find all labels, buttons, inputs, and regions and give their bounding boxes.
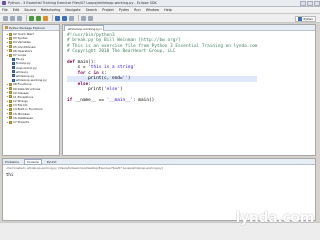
close-button[interactable] bbox=[314, 0, 320, 6]
menu-item-navigate[interactable]: Navigate bbox=[65, 8, 80, 12]
folder-icon bbox=[9, 45, 12, 49]
menu-item-run[interactable]: Run bbox=[134, 8, 141, 12]
window-title: Python - 3 Essential Training Exercise F… bbox=[8, 1, 157, 5]
external-tools-icon[interactable] bbox=[43, 15, 48, 21]
menu-item-search[interactable]: Search bbox=[86, 8, 98, 12]
code-token: '__main__' bbox=[106, 97, 134, 103]
folder-icon bbox=[9, 82, 12, 86]
folder-icon bbox=[9, 95, 12, 99]
console-output[interactable]: thi bbox=[3, 171, 315, 178]
folder-icon bbox=[9, 40, 12, 44]
toolbar-divider bbox=[26, 15, 27, 21]
folder-icon bbox=[9, 112, 12, 116]
code-token: # break.py by Bill Weinman [http://bw.or… bbox=[67, 38, 181, 44]
folder-icon bbox=[9, 107, 12, 111]
code-token: print(c, end= bbox=[67, 76, 123, 82]
run-icon[interactable] bbox=[36, 15, 41, 21]
folder-icon bbox=[9, 36, 12, 40]
pydev-perspective-icon bbox=[298, 17, 303, 21]
perspective-switcher[interactable]: PyDev bbox=[295, 16, 316, 22]
code-token: print( bbox=[67, 86, 105, 92]
code-token: __name__ == bbox=[74, 97, 107, 103]
save-icon[interactable] bbox=[10, 15, 15, 21]
code-token: s = bbox=[67, 65, 89, 71]
new-project-icon[interactable] bbox=[55, 15, 60, 21]
folder-icon bbox=[9, 120, 12, 124]
python-file-icon bbox=[12, 61, 15, 65]
python-file-icon bbox=[12, 74, 15, 78]
debug-icon[interactable] bbox=[29, 15, 34, 21]
code-token: ) bbox=[119, 86, 123, 92]
code-token: if bbox=[67, 97, 75, 103]
folder-icon bbox=[9, 116, 12, 120]
folder-icon bbox=[9, 103, 12, 107]
tab-problems[interactable]: Problems bbox=[5, 160, 19, 164]
minimize-button[interactable] bbox=[300, 0, 306, 6]
python-file-icon bbox=[12, 57, 15, 61]
editor-tab[interactable]: whileloop-working.py × bbox=[64, 25, 104, 31]
editor-tab-row: whileloop-working.py × bbox=[63, 25, 315, 31]
new-icon[interactable] bbox=[3, 15, 8, 21]
editor-tab-label: whileloop-working.py bbox=[68, 26, 100, 31]
project-tree: ▸ 02 Quick Start ▸ 03 Syntax ▸ 04 Variables ▸ 0… bbox=[3, 31, 59, 124]
print-icon[interactable] bbox=[17, 15, 22, 21]
code-token: 'else' bbox=[104, 86, 120, 92]
tree-item[interactable]: ▸ 17 Projects bbox=[3, 120, 59, 124]
code-token: # Copyright 2010 The BearHeart Group, LL… bbox=[67, 49, 176, 55]
code-editor[interactable]: whileloop-working.py × #!/usr/bin/python… bbox=[62, 24, 316, 156]
menu-item-refactoring[interactable]: Refactoring bbox=[41, 8, 60, 12]
close-tab-icon[interactable]: × bbox=[100, 27, 103, 31]
package-explorer: PyDev Package Explorer ▸ 02 Quick Start ▸ 0… bbox=[2, 24, 60, 156]
menu-item-window[interactable]: Window bbox=[146, 8, 159, 12]
python-file-icon bbox=[12, 78, 15, 82]
toolbar-divider bbox=[78, 15, 79, 21]
python-file-icon bbox=[12, 70, 15, 74]
back-icon[interactable] bbox=[81, 15, 86, 21]
lynda-watermark: lynda.com bbox=[235, 210, 315, 226]
folder-icon bbox=[9, 49, 12, 53]
open-type-icon[interactable] bbox=[62, 15, 67, 21]
tab-pyunit[interactable]: PyUnit bbox=[47, 160, 57, 164]
folder-icon bbox=[9, 87, 12, 91]
code-token: else bbox=[67, 81, 89, 87]
title-bar: Python - 3 Essential Training Exercise F… bbox=[0, 0, 320, 7]
folder-icon bbox=[9, 91, 12, 95]
code-token: : bbox=[88, 81, 91, 87]
code-token: 'this is a string' bbox=[88, 65, 136, 71]
code-token: : main() bbox=[133, 97, 155, 103]
search-icon[interactable] bbox=[69, 15, 74, 21]
maximize-button[interactable] bbox=[307, 0, 313, 6]
toolbar bbox=[0, 14, 320, 23]
menu-bar: File Edit Source Refactoring Navigate Search P… bbox=[0, 7, 320, 14]
perspective-label: PyDev bbox=[303, 17, 313, 21]
folder-icon bbox=[9, 32, 12, 36]
package-icon bbox=[5, 26, 8, 29]
folder-icon bbox=[9, 99, 12, 103]
code-line[interactable]: if __name__ == '__main__': main() bbox=[67, 98, 257, 103]
menu-item-source[interactable]: Source bbox=[24, 8, 36, 12]
eclipse-icon bbox=[2, 1, 6, 5]
folder-icon bbox=[9, 53, 12, 57]
python-file-icon bbox=[12, 66, 15, 70]
code-area[interactable]: #!/usr/bin/python3 # break.py by Bill Wei… bbox=[67, 33, 258, 103]
menu-item-file[interactable]: File bbox=[2, 8, 8, 12]
forward-icon[interactable] bbox=[88, 15, 93, 21]
menu-item-help[interactable]: Help bbox=[164, 8, 172, 12]
code-token: s: bbox=[101, 70, 107, 76]
toolbar-divider bbox=[52, 15, 53, 21]
code-token: ) bbox=[127, 76, 131, 82]
tab-console[interactable]: Console bbox=[23, 158, 42, 165]
tree-item-label: 17 Projects bbox=[13, 120, 29, 125]
menu-item-pydev[interactable]: Pydev bbox=[119, 8, 129, 12]
menu-item-project[interactable]: Project bbox=[102, 8, 114, 12]
code-token: for bbox=[67, 70, 89, 76]
package-explorer-label: PyDev Package Explorer bbox=[9, 25, 46, 30]
menu-item-edit[interactable]: Edit bbox=[13, 8, 20, 12]
